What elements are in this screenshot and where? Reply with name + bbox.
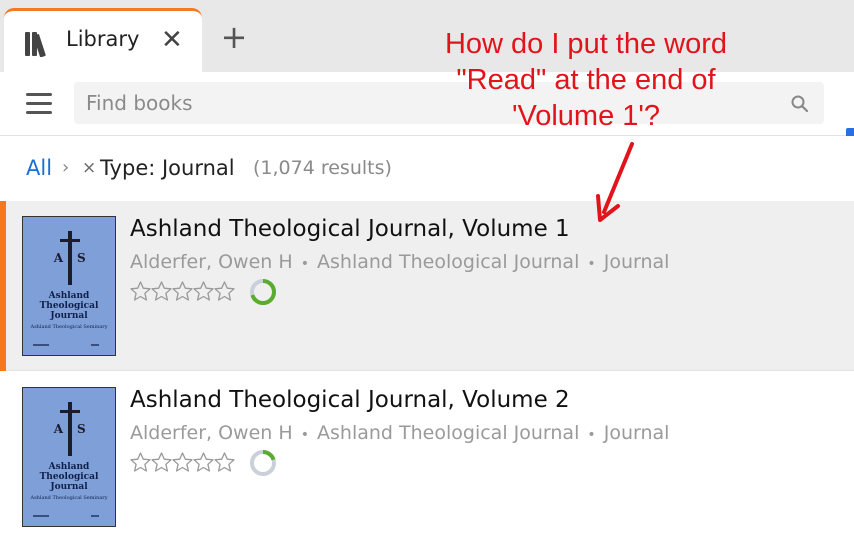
chevron-right-icon: › <box>62 157 70 178</box>
star-icon[interactable] <box>130 281 151 302</box>
star-icon[interactable] <box>151 281 172 302</box>
result-author[interactable]: Alderfer, Owen H <box>130 422 293 444</box>
result-series[interactable]: Ashland Theological Journal <box>317 251 579 273</box>
svg-text:S: S <box>77 251 86 265</box>
book-cover[interactable]: A S Ashland Theological Journal Ashland … <box>22 216 116 356</box>
annotation-arrow-icon <box>596 142 634 222</box>
cover-footer <box>33 515 105 517</box>
svg-text:A: A <box>53 251 64 265</box>
star-icon[interactable] <box>214 281 235 302</box>
cover-subtitle: Ashland Theological Seminary <box>30 495 108 501</box>
cover-subtitle: Ashland Theological Seminary <box>30 324 108 330</box>
tab-label: Library <box>66 27 140 51</box>
result-count: (1,074 results) <box>253 157 392 179</box>
result-type[interactable]: Journal <box>604 251 670 273</box>
scrollbar-accent <box>846 128 854 136</box>
star-icon[interactable] <box>193 281 214 302</box>
star-icon[interactable] <box>151 452 172 473</box>
star-icon[interactable] <box>130 452 151 473</box>
result-meta: Alderfer, Owen H • Ashland Theological J… <box>130 422 670 444</box>
filter-label: Type: Journal <box>100 156 235 180</box>
svg-text:A: A <box>53 422 64 436</box>
hamburger-menu-icon[interactable] <box>26 93 52 115</box>
result-series[interactable]: Ashland Theological Journal <box>317 422 579 444</box>
star-icon[interactable] <box>193 452 214 473</box>
cover-title: Ashland Theological Journal <box>39 291 99 321</box>
search-icon[interactable] <box>790 94 810 114</box>
cover-footer <box>33 344 105 346</box>
reading-progress-icon <box>250 450 276 476</box>
star-icon[interactable] <box>214 452 235 473</box>
result-type[interactable]: Journal <box>604 422 670 444</box>
cover-cross-icon: A S <box>53 402 86 456</box>
annotation-text: How do I put the word "Read" at the end … <box>444 28 728 132</box>
reading-progress-icon <box>250 279 276 305</box>
result-title[interactable]: Ashland Theological Journal, Volume 2 <box>130 387 570 413</box>
cover-cross-icon: A S <box>53 231 86 285</box>
tab-library[interactable]: Library ✕ <box>4 8 202 72</box>
result-row[interactable]: A S Ashland Theological Journal Ashland … <box>0 372 854 540</box>
new-tab-button[interactable]: + <box>219 21 249 53</box>
breadcrumb: All › × Type: Journal (1,074 results) <box>0 136 854 200</box>
svg-text:S: S <box>77 422 86 436</box>
result-author[interactable]: Alderfer, Owen H <box>130 251 293 273</box>
book-cover[interactable]: A S Ashland Theological Journal Ashland … <box>22 387 116 527</box>
breadcrumb-all-link[interactable]: All <box>26 156 52 180</box>
cover-title: Ashland Theological Journal <box>39 462 99 492</box>
star-icon[interactable] <box>172 281 193 302</box>
close-tab-button[interactable]: ✕ <box>161 25 183 55</box>
result-row[interactable]: A S Ashland Theological Journal Ashland … <box>0 201 854 371</box>
selection-indicator <box>0 201 6 371</box>
library-books-icon <box>25 32 46 57</box>
remove-filter-button[interactable]: × <box>82 158 96 178</box>
star-icon[interactable] <box>172 452 193 473</box>
result-meta: Alderfer, Owen H • Ashland Theological J… <box>130 251 670 273</box>
result-title[interactable]: Ashland Theological Journal, Volume 1 <box>130 216 570 242</box>
